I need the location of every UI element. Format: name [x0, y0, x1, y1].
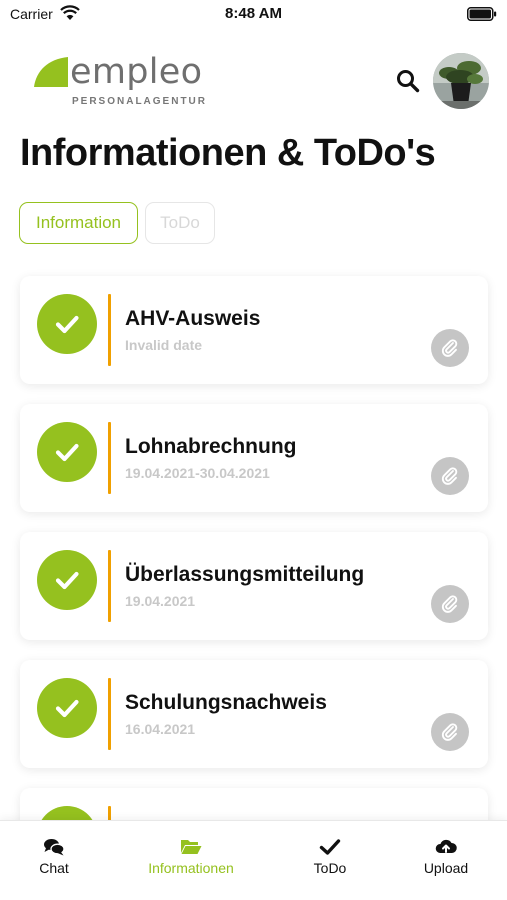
card-accent-bar — [108, 550, 111, 622]
info-card[interactable]: Lohnabrechnung 19.04.2021-30.04.2021 — [20, 404, 488, 512]
logo-text: empleo — [70, 52, 203, 92]
tab-upload[interactable]: Upload — [406, 821, 486, 881]
card-date: 16.04.2021 — [125, 721, 196, 737]
segment-information[interactable]: Information — [19, 202, 138, 244]
paperclip-icon — [441, 723, 458, 741]
card-date: 19.04.2021 — [125, 593, 196, 609]
logo-leaf-icon — [34, 57, 68, 87]
tab-chat[interactable]: Chat — [14, 821, 94, 881]
search-button[interactable] — [395, 68, 421, 94]
tab-todo-label: ToDo — [313, 860, 347, 876]
info-card[interactable]: AHV-Ausweis Invalid date — [20, 276, 488, 384]
check-circle-icon — [37, 294, 97, 354]
paperclip-icon — [441, 339, 458, 357]
attachment-button[interactable] — [431, 713, 469, 751]
card-title: AHV-Ausweis — [125, 307, 261, 330]
check-circle-icon — [37, 422, 97, 482]
paperclip-icon — [441, 467, 458, 485]
card-title: Lohnabrechnung — [125, 435, 297, 458]
check-circle-icon — [37, 678, 97, 738]
segment-todo[interactable]: ToDo — [145, 202, 215, 244]
status-time: 8:48 AM — [225, 5, 282, 22]
attachment-button[interactable] — [431, 457, 469, 495]
search-icon — [397, 70, 420, 93]
tab-bar: Chat Informationen ToDo Upload — [0, 820, 507, 900]
card-title: Überlassungsmitteilung — [125, 563, 365, 586]
company-logo: empleo PERSONALAGENTUR — [34, 52, 208, 114]
attachment-button[interactable] — [431, 585, 469, 623]
check-icon — [319, 839, 341, 855]
tab-upload-label: Upload — [423, 860, 469, 876]
card-date: 19.04.2021-30.04.2021 — [125, 465, 270, 481]
page-title: Informationen & ToDo's — [20, 132, 436, 174]
card-title: Schulungsnachweis — [125, 691, 327, 714]
info-card[interactable]: Überlassungsmitteilung 19.04.2021 — [20, 532, 488, 640]
tab-informationen[interactable]: Informationen — [136, 821, 246, 881]
card-date: Invalid date — [125, 337, 203, 353]
battery-icon — [467, 7, 497, 21]
folder-open-icon — [181, 840, 202, 854]
avatar[interactable] — [433, 53, 489, 109]
card-accent-bar — [108, 678, 111, 750]
tab-chat-label: Chat — [39, 860, 69, 876]
cloud-upload-icon — [435, 839, 457, 853]
info-card[interactable]: Schulungsnachweis 16.04.2021 — [20, 660, 488, 768]
card-accent-bar — [108, 294, 111, 366]
logo-subtext: PERSONALAGENTUR — [72, 96, 208, 107]
status-bar: Carrier 8:48 AM — [0, 0, 507, 30]
paperclip-icon — [441, 595, 458, 613]
tab-todo[interactable]: ToDo — [290, 821, 370, 881]
avatar-photo-icon — [433, 53, 489, 109]
card-accent-bar — [108, 422, 111, 494]
chat-icon — [44, 839, 65, 856]
tab-informationen-label: Informationen — [148, 860, 234, 876]
attachment-button[interactable] — [431, 329, 469, 367]
check-circle-icon — [37, 550, 97, 610]
